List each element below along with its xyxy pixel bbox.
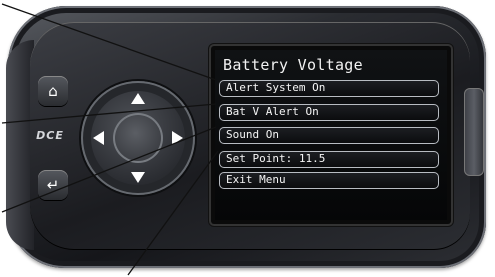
down-arrow-icon[interactable]: [131, 172, 145, 183]
right-arrow-icon[interactable]: [172, 131, 183, 145]
brand-logo: DCE: [36, 129, 64, 142]
back-arrow-icon: ↵: [46, 176, 60, 194]
directional-pad[interactable]: [81, 81, 195, 195]
menu-item-exit[interactable]: Exit Menu: [219, 172, 439, 189]
side-button[interactable]: [464, 88, 484, 176]
screen-title: Battery Voltage: [223, 56, 363, 74]
back-button[interactable]: ↵: [38, 170, 68, 200]
menu-item-sound[interactable]: Sound On: [219, 127, 439, 144]
menu-item-set-point[interactable]: Set Point: 11.5: [219, 151, 439, 168]
dpad-center-button[interactable]: [113, 113, 163, 163]
left-arrow-icon[interactable]: [93, 131, 104, 145]
menu-item-bat-v-alert[interactable]: Bat V Alert On: [219, 104, 439, 121]
menu-item-alert-system[interactable]: Alert System On: [219, 80, 439, 97]
up-arrow-icon[interactable]: [131, 93, 145, 104]
screen-bezel: Battery Voltage Alert System On Bat V Al…: [211, 46, 451, 224]
home-button[interactable]: ⌂: [38, 76, 68, 106]
handheld-device: ⌂ ↵ DCE Battery Voltage Alert System On …: [6, 6, 486, 268]
display-screen: Battery Voltage Alert System On Bat V Al…: [215, 50, 447, 220]
home-icon: ⌂: [48, 82, 58, 100]
